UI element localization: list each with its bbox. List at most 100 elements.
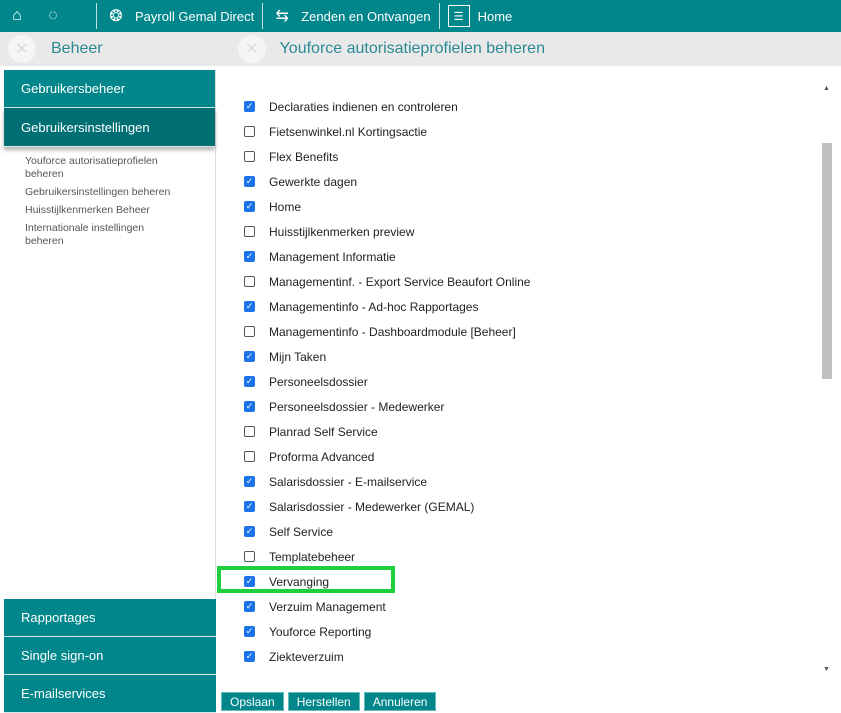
permission-row: ✓ Mijn Taken: [244, 344, 530, 369]
nav-zenden-en-ontvangen[interactable]: ⇆ Zenden en Ontvangen: [267, 5, 434, 27]
permission-row: ✓ Youforce Reporting: [244, 619, 530, 644]
permission-checkbox[interactable]: [244, 226, 255, 237]
permission-label: Vervanging: [269, 574, 330, 589]
permission-checkbox[interactable]: [244, 451, 255, 462]
permission-label: Gewerkte dagen: [269, 174, 358, 189]
coins-icon: ❂: [109, 8, 123, 25]
permission-row: Fietsenwinkel.nl Kortingsactie: [244, 119, 530, 144]
permission-label: Managementinfo - Ad-hoc Rapportages: [269, 299, 479, 314]
permission-label: Templatebeheer: [269, 549, 356, 564]
permission-checkbox[interactable]: ✓: [244, 351, 255, 362]
submenu-item[interactable]: Internationale instellingen beheren: [25, 222, 175, 248]
scrollbar[interactable]: ▲ ▼: [820, 82, 834, 676]
permission-row: ✓ Self Service: [244, 519, 530, 544]
permission-label: Personeelsdossier: [269, 374, 368, 389]
permission-checkbox[interactable]: ✓: [244, 176, 255, 187]
permission-label: Verzuim Management: [269, 599, 386, 614]
permission-checkbox[interactable]: ✓: [244, 201, 255, 212]
permission-checkbox[interactable]: ✓: [244, 501, 255, 512]
permission-checkbox[interactable]: ✓: [244, 526, 255, 537]
permission-checkbox[interactable]: ✓: [244, 651, 255, 662]
top-navigation-bar: ⌂ ◌ ❂ Payroll Gemal Direct ⇆ Zenden en Ont…: [0, 0, 841, 32]
permission-row: ✓ Verzuim Management: [244, 594, 530, 619]
permission-row: ✓ Personeelsdossier - Medewerker: [244, 394, 530, 419]
cancel-button[interactable]: Annuleren: [363, 692, 437, 711]
permission-row: ✓ Ziekteverzuim: [244, 644, 530, 669]
id-card-icon: ☰: [447, 5, 470, 27]
nav-payroll-gemal-direct[interactable]: ❂ Payroll Gemal Direct: [101, 5, 258, 27]
permission-label: Flex Benefits: [269, 149, 339, 164]
permission-label: Personeelsdossier - Medewerker: [269, 399, 445, 414]
permission-label: Declaraties indienen en controleren: [269, 99, 458, 114]
submenu-item[interactable]: Gebruikersinstellingen beheren: [25, 186, 175, 199]
permission-row: ✓ Vervanging: [244, 569, 530, 594]
permission-checkbox[interactable]: ✓: [244, 601, 255, 612]
permission-checkbox[interactable]: ✓: [244, 301, 255, 312]
sidebar-submenu: Youforce autorisatieprofielen beheren Ge…: [4, 147, 215, 248]
permission-row: ✓ Declaraties indienen en controleren: [244, 94, 530, 119]
tools-icon: ✕: [8, 35, 36, 63]
tools-icon: ✕: [237, 35, 266, 63]
submenu-item[interactable]: Huisstijlkenmerken Beheer: [25, 204, 175, 217]
loading-icon: ◌: [48, 7, 58, 24]
permission-label: Fietsenwinkel.nl Kortingsactie: [269, 124, 428, 139]
sidebar-item-single-sign-on[interactable]: Single sign-on: [4, 637, 216, 675]
permission-checkbox[interactable]: ✓: [244, 376, 255, 387]
permission-row: ✓ Gewerkte dagen: [244, 169, 530, 194]
permission-row: ✓ Salarisdossier - E-mailservice: [244, 469, 530, 494]
permission-label: Youforce Reporting: [269, 624, 372, 639]
permission-row: Managementinfo - Dashboardmodule [Beheer…: [244, 319, 530, 344]
permission-row: Huisstijlkenmerken preview: [244, 219, 530, 244]
permission-row: ✓ Managementinfo - Ad-hoc Rapportages: [244, 294, 530, 319]
scrollbar-thumb[interactable]: [822, 143, 832, 379]
permission-checkbox[interactable]: ✓: [244, 626, 255, 637]
permission-row: ✓ Personeelsdossier: [244, 369, 530, 394]
permission-checkbox[interactable]: [244, 326, 255, 337]
submenu-item[interactable]: Youforce autorisatieprofielen beheren: [25, 155, 175, 181]
save-button[interactable]: Opslaan: [221, 692, 284, 711]
home-icon[interactable]: ⌂: [6, 5, 28, 27]
permission-checkbox[interactable]: ✓: [244, 251, 255, 262]
reset-button[interactable]: Herstellen: [287, 692, 360, 711]
permission-checkbox[interactable]: [244, 126, 255, 137]
permission-row: Templatebeheer: [244, 544, 530, 569]
sidebar-item-e-mailservices[interactable]: E-mailservices: [4, 675, 216, 713]
permission-label: Home: [269, 199, 302, 214]
sidebar-item-gebruikersbeheer[interactable]: Gebruikersbeheer: [4, 70, 215, 108]
scroll-up-icon[interactable]: ▲: [823, 85, 830, 92]
permission-checkbox[interactable]: ✓: [244, 101, 255, 112]
transfer-icon: ⇆: [275, 8, 289, 25]
sidebar-item-rapportages[interactable]: Rapportages: [4, 599, 216, 637]
permission-checkbox[interactable]: ✓: [244, 576, 255, 587]
page-title: Youforce autorisatieprofielen beheren: [279, 40, 545, 57]
permission-label: Managementinfo - Dashboardmodule [Beheer…: [269, 324, 516, 339]
permission-row: Proforma Advanced: [244, 444, 530, 469]
permission-label: Salarisdossier - Medewerker (GEMAL): [269, 499, 475, 514]
permission-checkbox[interactable]: ✓: [244, 401, 255, 412]
permission-label: Salarisdossier - E-mailservice: [269, 474, 428, 489]
permission-label: Proforma Advanced: [269, 449, 375, 464]
permission-row: ✓ Management Informatie: [244, 244, 530, 269]
permission-label: Huisstijlkenmerken preview: [269, 224, 415, 239]
permission-label: Planrad Self Service: [269, 424, 378, 439]
permission-row: ✓ Salarisdossier - Medewerker (GEMAL): [244, 494, 530, 519]
permission-row: Managementinf. - Export Service Beaufort…: [244, 269, 530, 294]
permission-label: Management Informatie: [269, 249, 396, 264]
sidebar: Gebruikersbeheer Gebruikersinstellingen …: [4, 70, 216, 713]
permission-checkbox[interactable]: ✓: [244, 476, 255, 487]
permission-checkbox[interactable]: [244, 426, 255, 437]
permission-label: Ziekteverzuim: [269, 649, 344, 664]
permission-checkbox[interactable]: [244, 151, 255, 162]
permission-label: Mijn Taken: [269, 349, 327, 364]
permission-list: ✓ Declaraties indienen en controleren Fiet…: [244, 94, 530, 669]
permission-row: ✓ Home: [244, 194, 530, 219]
sidebar-item-gebruikersinstellingen[interactable]: Gebruikersinstellingen: [4, 108, 215, 147]
permission-checkbox[interactable]: [244, 551, 255, 562]
permission-label: Managementinf. - Export Service Beaufort…: [269, 274, 531, 289]
scroll-down-icon[interactable]: ▼: [823, 666, 830, 673]
section-header: ✕ Beheer ✕ Youforce autorisatieprofielen…: [0, 32, 841, 66]
nav-home[interactable]: ☰ Home: [444, 5, 517, 27]
permission-checkbox[interactable]: [244, 276, 255, 287]
permission-row: Flex Benefits: [244, 144, 530, 169]
permission-label: Self Service: [269, 524, 334, 539]
